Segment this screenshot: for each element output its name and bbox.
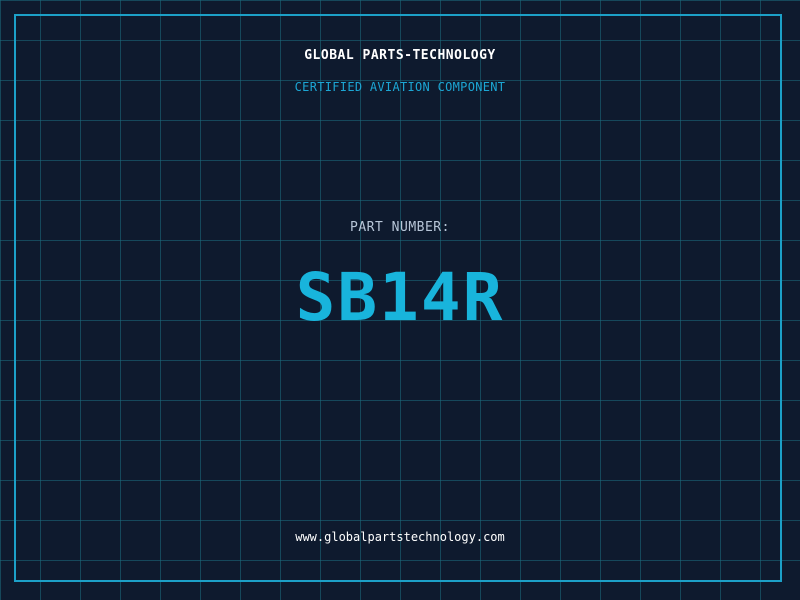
website-url: www.globalpartstechnology.com <box>295 530 505 544</box>
tagline: CERTIFIED AVIATION COMPONENT <box>294 80 506 94</box>
part-number-label: PART NUMBER: <box>350 220 450 235</box>
part-number: SB14R <box>295 259 505 336</box>
company-name: GLOBAL PARTS-TECHNOLOGY <box>304 48 496 63</box>
